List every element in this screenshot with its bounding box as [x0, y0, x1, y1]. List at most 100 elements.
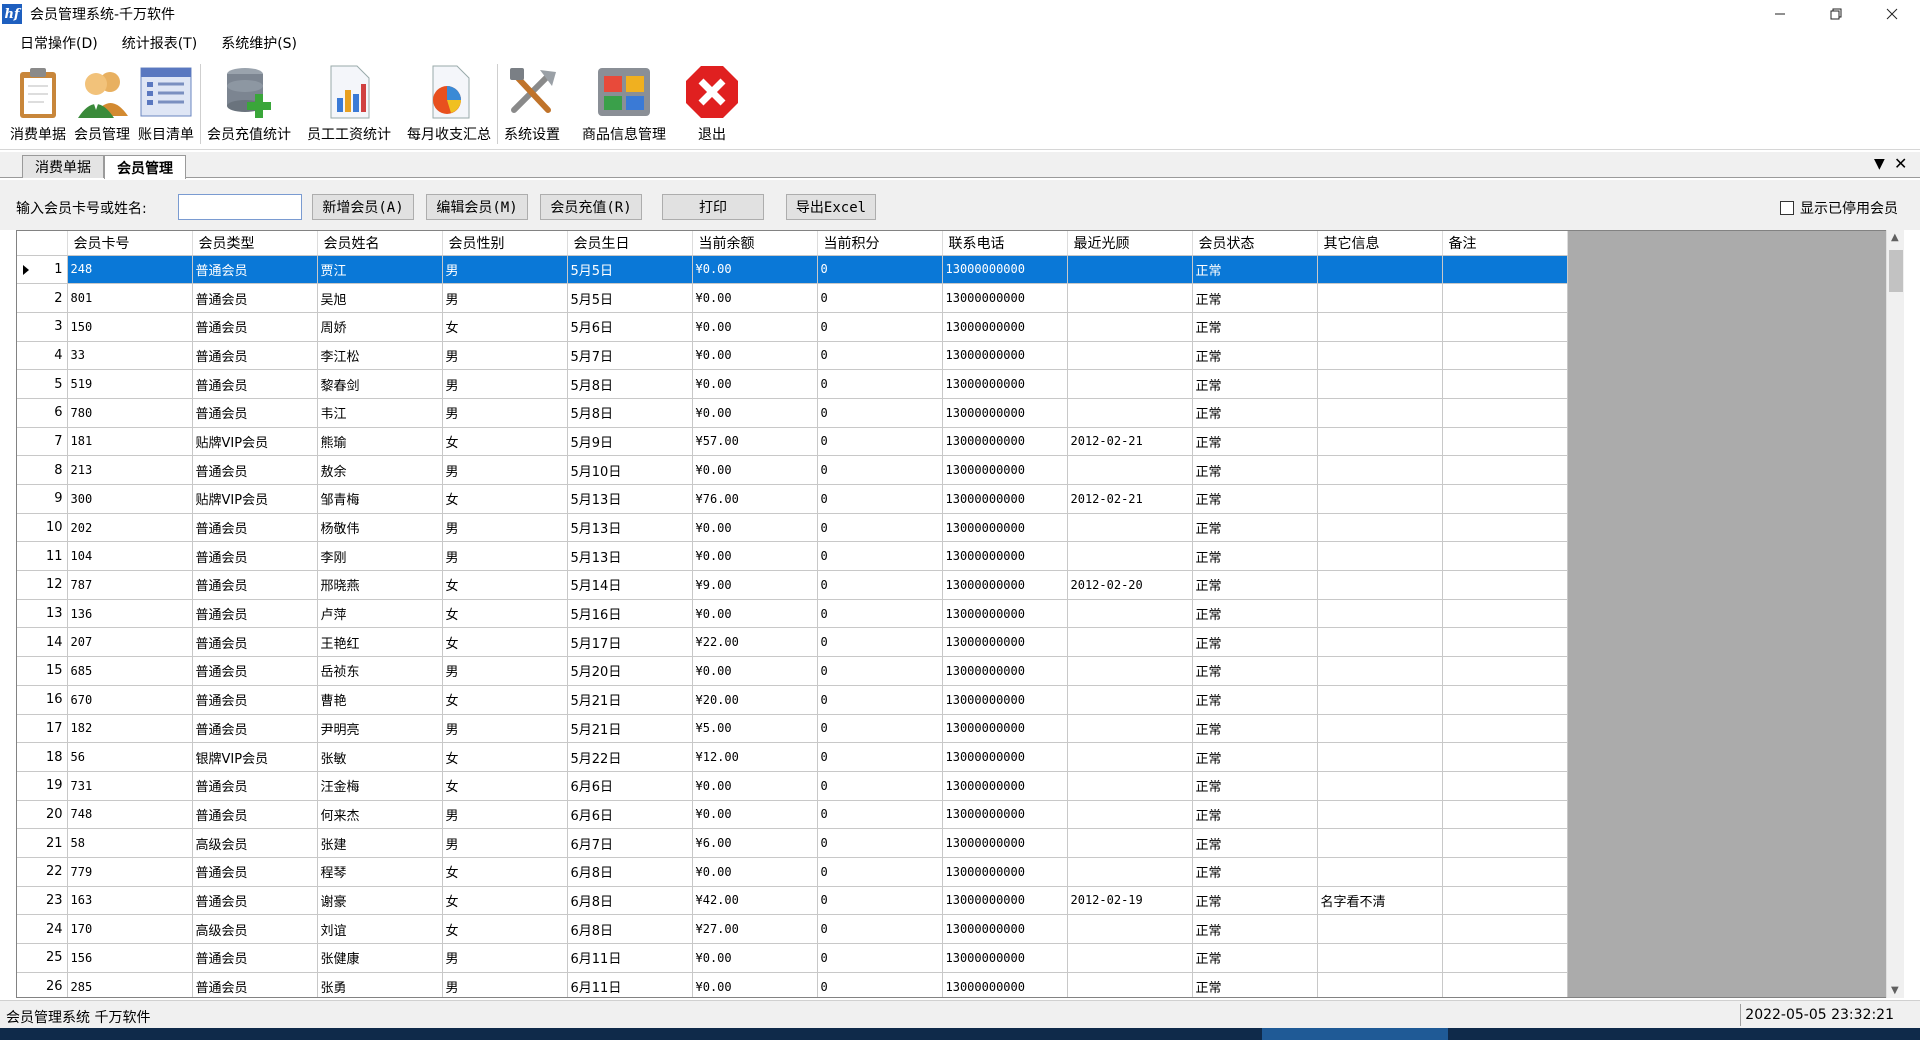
table-cell[interactable]: 正常 — [1192, 255, 1318, 285]
table-cell[interactable]: 731 — [67, 771, 193, 801]
row-number[interactable]: 21 — [17, 828, 68, 858]
row-number[interactable]: 24 — [17, 914, 68, 944]
table-cell[interactable]: 5月7日 — [567, 341, 693, 371]
table-cell[interactable]: ¥0.00 — [692, 541, 818, 572]
table-cell[interactable] — [1317, 800, 1443, 830]
table-cell[interactable] — [1442, 427, 1568, 457]
scroll-down-icon[interactable]: ▼ — [1891, 985, 1899, 996]
table-cell[interactable] — [1067, 714, 1193, 744]
scroll-up-icon[interactable]: ▲ — [1891, 232, 1899, 243]
table-cell[interactable] — [1442, 914, 1568, 944]
row-number[interactable]: 2 — [17, 283, 68, 313]
table-cell[interactable]: 周娇 — [317, 312, 443, 342]
table-cell[interactable]: 13000000000 — [942, 656, 1068, 686]
table-cell[interactable]: 邹青梅 — [317, 484, 443, 514]
table-cell[interactable]: 熊瑜 — [317, 427, 443, 457]
table-cell[interactable]: 普通会员 — [192, 943, 318, 973]
table-cell[interactable]: 0 — [817, 455, 943, 485]
table-cell[interactable]: 0 — [817, 714, 943, 744]
export-excel-button[interactable]: 导出Excel — [786, 194, 876, 220]
table-cell[interactable]: 0 — [817, 341, 943, 371]
table-cell[interactable] — [1442, 398, 1568, 428]
table-cell[interactable]: ¥20.00 — [692, 685, 818, 715]
column-header[interactable]: 会员姓名 — [317, 231, 443, 256]
table-cell[interactable]: ¥0.00 — [692, 771, 818, 801]
table-cell[interactable]: 13000000000 — [942, 455, 1068, 485]
table-cell[interactable]: 女 — [442, 427, 568, 457]
table-cell[interactable]: 13000000000 — [942, 398, 1068, 428]
table-cell[interactable]: 6月6日 — [567, 771, 693, 801]
table-row[interactable]: 1 248 普通会员 贾江男 5月5日 ¥0.00 0 13000000000 正常 — [17, 255, 1568, 285]
table-cell[interactable]: 0 — [817, 312, 943, 342]
table-cell[interactable]: 0 — [817, 685, 943, 715]
table-cell[interactable]: 银牌VIP会员 — [192, 742, 318, 772]
table-cell[interactable]: ¥0.00 — [692, 283, 818, 313]
table-cell[interactable]: 13000000000 — [942, 312, 1068, 342]
table-cell[interactable] — [1317, 857, 1443, 887]
print-button[interactable]: 打印 — [662, 194, 764, 220]
table-cell[interactable]: 5月13日 — [567, 513, 693, 543]
table-cell[interactable]: 女 — [442, 771, 568, 801]
table-cell[interactable]: 6月8日 — [567, 914, 693, 944]
table-cell[interactable] — [1067, 914, 1193, 944]
table-cell[interactable]: 13000000000 — [942, 369, 1068, 399]
row-number[interactable]: 7 — [17, 427, 68, 457]
table-cell[interactable]: 5月8日 — [567, 398, 693, 428]
table-cell[interactable]: 0 — [817, 627, 943, 658]
table-cell[interactable]: 正常 — [1192, 627, 1318, 658]
table-cell[interactable]: ¥0.00 — [692, 513, 818, 543]
column-header[interactable]: 会员性别 — [442, 231, 568, 256]
table-row[interactable]: 10 202 普通会员 杨敬伟男 5月13日 ¥0.00 0 13000000000 正常 — [17, 513, 1568, 543]
table-cell[interactable]: 0 — [817, 771, 943, 801]
table-row[interactable]: 23 163 普通会员 谢豪女 6月8日 ¥42.00 0 13000000000 2012-0… — [17, 886, 1568, 916]
table-cell[interactable] — [1317, 341, 1443, 371]
table-cell[interactable]: 男 — [442, 283, 568, 313]
table-cell[interactable]: 正常 — [1192, 685, 1318, 715]
table-cell[interactable]: 正常 — [1192, 599, 1318, 629]
table-cell[interactable] — [1317, 943, 1443, 973]
table-cell[interactable]: 5月13日 — [567, 541, 693, 572]
row-number[interactable]: 19 — [17, 771, 68, 801]
table-cell[interactable] — [1442, 484, 1568, 514]
table-cell[interactable] — [1317, 771, 1443, 801]
table-cell[interactable]: 13000000000 — [942, 255, 1068, 285]
table-cell[interactable]: ¥0.00 — [692, 943, 818, 973]
menu-daily[interactable]: 日常操作(D) — [10, 33, 108, 53]
table-cell[interactable]: 5月14日 — [567, 570, 693, 600]
table-cell[interactable] — [1442, 828, 1568, 858]
table-cell[interactable]: 吴旭 — [317, 283, 443, 313]
column-header[interactable]: 备注 — [1442, 231, 1568, 256]
table-cell[interactable]: ¥0.00 — [692, 312, 818, 342]
table-cell[interactable]: 正常 — [1192, 455, 1318, 485]
table-cell[interactable]: 6月6日 — [567, 800, 693, 830]
table-row[interactable]: 25 156 普通会员 张健康男 6月11日 ¥0.00 0 13000000000 正常 — [17, 943, 1568, 973]
add-member-button[interactable]: 新增会员(A) — [312, 194, 414, 220]
table-cell[interactable]: ¥0.00 — [692, 656, 818, 686]
table-cell[interactable] — [1317, 312, 1443, 342]
table-cell[interactable]: 163 — [67, 886, 193, 916]
table-cell[interactable]: 正常 — [1192, 857, 1318, 887]
table-row[interactable]: 9 300 贴牌VIP会员 邹青梅女 5月13日 ¥76.00 0 13000000000 20… — [17, 484, 1568, 514]
table-cell[interactable] — [1067, 771, 1193, 801]
table-cell[interactable]: 13000000000 — [942, 771, 1068, 801]
row-number[interactable]: 26 — [17, 972, 68, 997]
table-cell[interactable]: 0 — [817, 800, 943, 830]
table-cell[interactable]: ¥0.00 — [692, 599, 818, 629]
table-row[interactable]: 20 748 普通会员 何来杰男 6月6日 ¥0.00 0 13000000000 正常 — [17, 800, 1568, 830]
table-cell[interactable]: 0 — [817, 943, 943, 973]
table-cell[interactable]: ¥9.00 — [692, 570, 818, 600]
table-cell[interactable]: 5月6日 — [567, 312, 693, 342]
table-cell[interactable]: 136 — [67, 599, 193, 629]
table-cell[interactable]: 13000000000 — [942, 742, 1068, 772]
table-cell[interactable]: 0 — [817, 427, 943, 457]
table-row[interactable]: 17 182 普通会员 尹明亮男 5月21日 ¥5.00 0 13000000000 正常 — [17, 714, 1568, 744]
table-row[interactable]: 3 150 普通会员 周娇女 5月6日 ¥0.00 0 13000000000 正常 — [17, 312, 1568, 342]
table-cell[interactable]: 张健康 — [317, 943, 443, 973]
table-row[interactable]: 14 207 普通会员 王艳红女 5月17日 ¥22.00 0 13000000000 正常 — [17, 627, 1568, 658]
table-cell[interactable]: 男 — [442, 714, 568, 744]
table-row[interactable]: 13 136 普通会员 卢萍女 5月16日 ¥0.00 0 13000000000 正常 — [17, 599, 1568, 629]
table-cell[interactable]: 13000000000 — [942, 886, 1068, 916]
table-cell[interactable]: 5月8日 — [567, 369, 693, 399]
table-cell[interactable] — [1442, 541, 1568, 572]
table-cell[interactable] — [1442, 714, 1568, 744]
